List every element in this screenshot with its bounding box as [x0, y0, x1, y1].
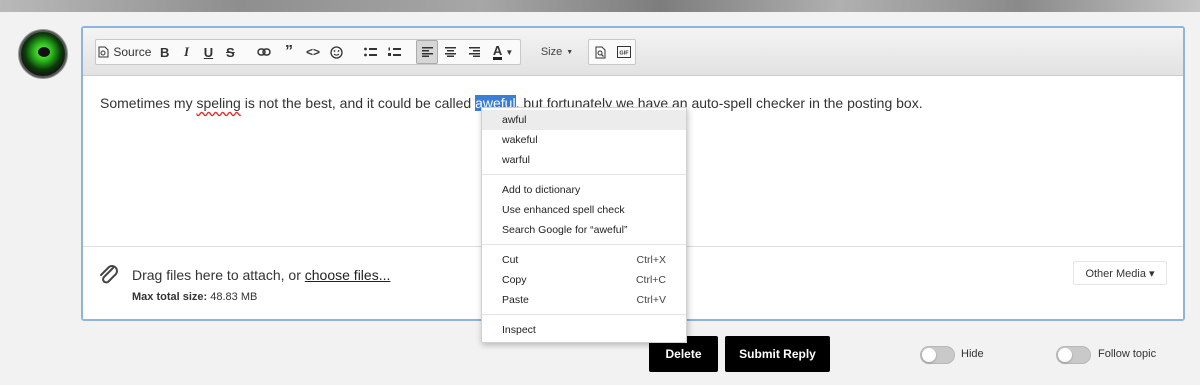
source-button[interactable]: Source — [96, 40, 154, 64]
bulleted-list-icon — [364, 47, 378, 56]
code-icon: <> — [305, 45, 320, 59]
emoji-button[interactable] — [325, 40, 349, 64]
text-color-button[interactable]: A ▼ — [486, 40, 520, 64]
shortcut-label: Ctrl+X — [636, 254, 666, 266]
menu-item-label: Paste — [502, 294, 529, 306]
menu-item-label: Use enhanced spell check — [502, 204, 625, 216]
size-label: Size — [540, 46, 563, 58]
toggle-knob — [1058, 348, 1072, 362]
add-to-dictionary-item[interactable]: Add to dictionary — [482, 180, 686, 200]
italic-icon: I — [184, 44, 190, 59]
suggestion-warful[interactable]: warful — [482, 150, 686, 170]
cut-item[interactable]: Cut Ctrl+X — [482, 250, 686, 270]
underline-button[interactable]: U — [198, 40, 220, 64]
menu-item-label: awful — [502, 114, 527, 126]
align-left-icon — [421, 47, 433, 57]
menu-item-label: wakeful — [502, 134, 538, 146]
suggestion-wakeful[interactable]: wakeful — [482, 130, 686, 150]
numbered-list-button[interactable] — [383, 40, 407, 64]
search-google-item[interactable]: Search Google for “aweful” — [482, 220, 686, 240]
hide-toggle[interactable] — [920, 346, 955, 364]
source-label: Source — [113, 45, 152, 59]
hide-label: Hide — [961, 348, 984, 360]
inspect-item[interactable]: Inspect — [482, 320, 686, 340]
text-segment: Sometimes my — [100, 95, 197, 111]
submit-reply-button[interactable]: Submit Reply — [725, 336, 830, 372]
quote-button[interactable]: ” — [277, 40, 301, 64]
strikethrough-icon: S — [226, 44, 235, 60]
code-button[interactable]: <> — [301, 40, 325, 64]
align-center-icon — [444, 47, 456, 57]
avatar[interactable] — [19, 30, 67, 78]
choose-files-link[interactable]: choose files... — [305, 267, 391, 283]
link-icon — [257, 48, 271, 56]
align-left-button[interactable] — [416, 40, 439, 64]
avatar-eye — [38, 47, 50, 57]
align-right-icon — [468, 47, 480, 57]
link-button[interactable] — [251, 40, 277, 64]
bold-icon: B — [159, 44, 170, 60]
strikethrough-button[interactable]: S — [219, 40, 241, 64]
context-menu: awful wakeful warful Add to dictionary U… — [481, 107, 687, 343]
quote-icon: ” — [285, 43, 294, 60]
chevron-down-icon: ▼ — [505, 47, 514, 57]
other-media-button[interactable]: Other Media ▾ — [1073, 261, 1167, 285]
shortcut-label: Ctrl+V — [636, 294, 666, 306]
paperclip-icon — [100, 265, 118, 284]
font-size-dropdown[interactable]: Size ▼ — [537, 40, 577, 64]
menu-item-label: Inspect — [502, 324, 536, 336]
max-size-info: Max total size: 48.83 MB — [132, 291, 257, 303]
max-size-label: Max total size: — [132, 291, 208, 303]
italic-button[interactable]: I — [176, 40, 198, 64]
preview-icon — [595, 46, 606, 58]
svg-text:GIF: GIF — [619, 51, 629, 57]
drag-files-text: Drag files here to attach, or choose fil… — [132, 267, 390, 283]
follow-topic-toggle[interactable] — [1056, 346, 1091, 364]
menu-item-label: Copy — [502, 274, 527, 286]
align-center-button[interactable] — [438, 40, 462, 64]
toggle-knob — [922, 348, 936, 362]
text-segment: is not the best, and it could be called — [240, 95, 476, 111]
format-toolbar-group: Source B I U S ” <> A ▼ — [95, 39, 521, 65]
align-right-button[interactable] — [462, 40, 486, 64]
bulleted-list-button[interactable] — [359, 40, 383, 64]
numbered-list-icon — [388, 47, 402, 56]
menu-item-label: Cut — [502, 254, 519, 266]
copy-item[interactable]: Copy Ctrl+C — [482, 270, 686, 290]
gif-button[interactable]: GIF — [612, 40, 635, 64]
text-color-icon: A — [492, 43, 503, 60]
media-toolbar-group: GIF — [588, 39, 636, 65]
menu-separator — [482, 174, 686, 175]
menu-item-label: warful — [502, 154, 531, 166]
editor-toolbar: Source B I U S ” <> A ▼ Size ▼ GIF — [83, 28, 1183, 76]
paste-item[interactable]: Paste Ctrl+V — [482, 290, 686, 310]
chevron-down-icon: ▼ — [566, 48, 574, 56]
source-icon — [98, 46, 109, 58]
menu-item-label: Search Google for “aweful” — [502, 224, 628, 236]
suggestion-awful[interactable]: awful — [482, 110, 686, 130]
background-banner — [0, 0, 1200, 12]
bold-button[interactable]: B — [154, 40, 176, 64]
shortcut-label: Ctrl+C — [635, 274, 666, 286]
menu-separator — [482, 314, 686, 315]
preview-button[interactable] — [589, 40, 612, 64]
max-size-value: 48.83 MB — [210, 291, 258, 303]
follow-topic-label: Follow topic — [1098, 348, 1157, 360]
drag-label: Drag files here to attach, or — [132, 267, 305, 283]
menu-separator — [482, 244, 686, 245]
enhanced-spell-check-item[interactable]: Use enhanced spell check — [482, 200, 686, 220]
emoji-icon — [330, 45, 343, 59]
gif-icon: GIF — [616, 46, 631, 58]
misspelled-word[interactable]: speling — [196, 95, 240, 111]
menu-item-label: Add to dictionary — [502, 184, 581, 196]
underline-icon: U — [203, 44, 214, 60]
